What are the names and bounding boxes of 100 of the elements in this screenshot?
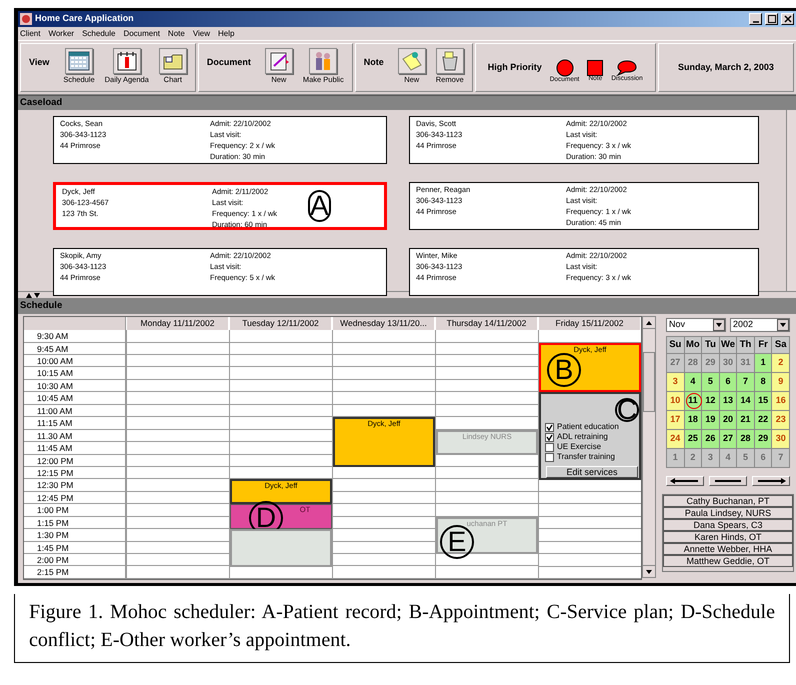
calendar-day[interactable]: 26 <box>702 430 719 448</box>
staff-list-entry[interactable]: Paula Lindsey, NURS <box>663 507 793 519</box>
calendar-day[interactable]: 14 <box>737 392 754 410</box>
calendar-day[interactable]: 10 <box>667 392 684 410</box>
calendar-day[interactable]: 24 <box>667 430 684 448</box>
menu-item[interactable]: Worker <box>48 30 74 38</box>
time-label: 12:45 PM <box>24 492 126 504</box>
circle-icon <box>556 59 574 78</box>
today-button[interactable] <box>709 476 747 486</box>
folder-icon <box>158 48 187 74</box>
calendar-day[interactable]: 4 <box>684 373 702 391</box>
left-arrow-icon <box>670 478 700 484</box>
calendar-day[interactable]: 13 <box>720 392 736 410</box>
figure-caption: Figure 1. Mohoc scheduler: A-Patient record; B-Appointment; C-Service plan; D-Schedule conflict; E-Other worker’s appointment. <box>29 600 775 653</box>
calendar-day[interactable]: 29 <box>754 430 772 448</box>
menu-item[interactable]: Document <box>123 30 160 38</box>
calendar-day[interactable]: 5 <box>702 373 719 391</box>
time-label: 12:00 PM <box>24 454 126 467</box>
next-button[interactable] <box>752 476 790 486</box>
staff-list-entry[interactable]: Matthew Geddie, OT <box>663 555 793 567</box>
minimize-button[interactable] <box>749 13 762 25</box>
day-header: Tuesday 12/11/2002 <box>229 317 332 330</box>
maximize-button[interactable] <box>765 13 778 25</box>
calendar-day[interactable]: 8 <box>754 373 772 391</box>
speech-bubble-icon <box>616 60 638 76</box>
menu-item[interactable]: Client <box>20 30 40 38</box>
time-label: 9:45 AM <box>24 342 126 355</box>
calendar-page-icon <box>112 48 141 74</box>
staff-list-entry[interactable]: Annette Webber, HHA <box>663 543 793 555</box>
calendar-day[interactable]: 2 <box>772 354 789 372</box>
service-label: Transfer training <box>557 452 615 462</box>
dropdown[interactable]: 2002 <box>730 318 790 332</box>
weekday-header: Tu <box>702 337 719 353</box>
time-label: 1:00 PM <box>24 504 126 517</box>
calendar-day[interactable]: 23 <box>772 411 789 429</box>
time-label: 10:00 AM <box>24 355 126 368</box>
calendar-day[interactable]: 15 <box>754 392 772 410</box>
dropdown[interactable]: Nov <box>666 318 726 332</box>
checkbox[interactable] <box>545 422 554 432</box>
calendar-day[interactable]: 16 <box>772 392 789 410</box>
calendar-day[interactable]: 3 <box>667 373 684 391</box>
time-label: 10:30 AM <box>24 380 126 392</box>
time-label: 9:30 AM <box>24 330 126 343</box>
staff-list-entry[interactable]: Cathy Buchanan, PT <box>663 495 793 507</box>
time-label: 10:15 AM <box>24 367 126 380</box>
time-label: 1:45 PM <box>24 542 126 554</box>
calendar-day[interactable]: 9 <box>772 373 789 391</box>
window-title: Home Care Application <box>35 12 135 26</box>
weekday-header: Fr <box>754 337 772 353</box>
service-label: ADL retraining <box>557 432 608 442</box>
calendar-day[interactable]: 11 <box>684 392 702 410</box>
group-label: High Priority <box>488 60 542 74</box>
calendar-day[interactable]: 12 <box>702 392 719 410</box>
calendar-day[interactable]: 7 <box>737 373 754 391</box>
edit-services-button[interactable]: Edit services <box>546 466 638 478</box>
calendar-day[interactable]: 30 <box>772 430 789 448</box>
staff-list-entry[interactable]: Dana Spears, C3 <box>663 519 793 531</box>
calendar-day[interactable]: 21 <box>737 411 754 429</box>
checkbox[interactable] <box>545 452 554 462</box>
menu-item[interactable]: View <box>192 30 210 38</box>
calendar-day[interactable]: 18 <box>684 411 702 429</box>
weekday-header: Th <box>737 337 754 353</box>
day-header: Monday 11/11/2002 <box>126 317 229 330</box>
time-label: 11:15 AM <box>24 417 126 430</box>
calendar-day[interactable]: 20 <box>720 411 736 429</box>
checkbox[interactable] <box>545 442 554 452</box>
staff-list-entry[interactable]: Karen Hinds, OT <box>663 531 793 543</box>
time-label: 1:15 PM <box>24 516 126 530</box>
calendar-day[interactable]: 17 <box>667 411 684 429</box>
trash-bin-icon <box>436 48 464 74</box>
menu-item[interactable]: Schedule <box>82 30 116 38</box>
calendar-day[interactable]: 25 <box>684 430 702 448</box>
calendar-day[interactable]: 27 <box>720 430 736 448</box>
calendar-day[interactable]: 19 <box>702 411 719 429</box>
checkbox[interactable] <box>545 432 554 442</box>
app-icon <box>20 13 32 25</box>
menu-item[interactable]: Help <box>218 30 234 38</box>
scrollbar[interactable] <box>786 110 796 291</box>
scrollbar[interactable] <box>642 316 656 578</box>
callout-letter: E <box>440 524 474 559</box>
menu-item[interactable]: Note <box>168 30 185 38</box>
scroll-thumb[interactable] <box>643 352 655 412</box>
weekday-header: Su <box>667 337 684 353</box>
other-appointment-block[interactable] <box>230 529 332 566</box>
calendar-icon <box>65 48 93 74</box>
calendar-day[interactable]: 6 <box>720 373 736 391</box>
group-label: View <box>29 56 50 69</box>
calendar-day[interactable]: 28 <box>737 430 754 448</box>
day-header: Friday 15/11/2002 <box>538 317 641 330</box>
weekday-header: Sa <box>772 337 789 353</box>
right-arrow-icon <box>756 478 786 484</box>
pen-paper-icon <box>264 48 293 74</box>
section-header: Schedule <box>18 298 796 314</box>
previous-button[interactable] <box>666 476 704 486</box>
day-header: Thursday 14/11/2002 <box>435 317 538 330</box>
calendar-day[interactable]: 1 <box>754 354 772 372</box>
splitter-arrows-icon[interactable] <box>26 292 40 298</box>
sticky-note-icon <box>398 48 426 74</box>
close-button[interactable] <box>781 13 794 25</box>
calendar-day[interactable]: 22 <box>754 411 772 429</box>
